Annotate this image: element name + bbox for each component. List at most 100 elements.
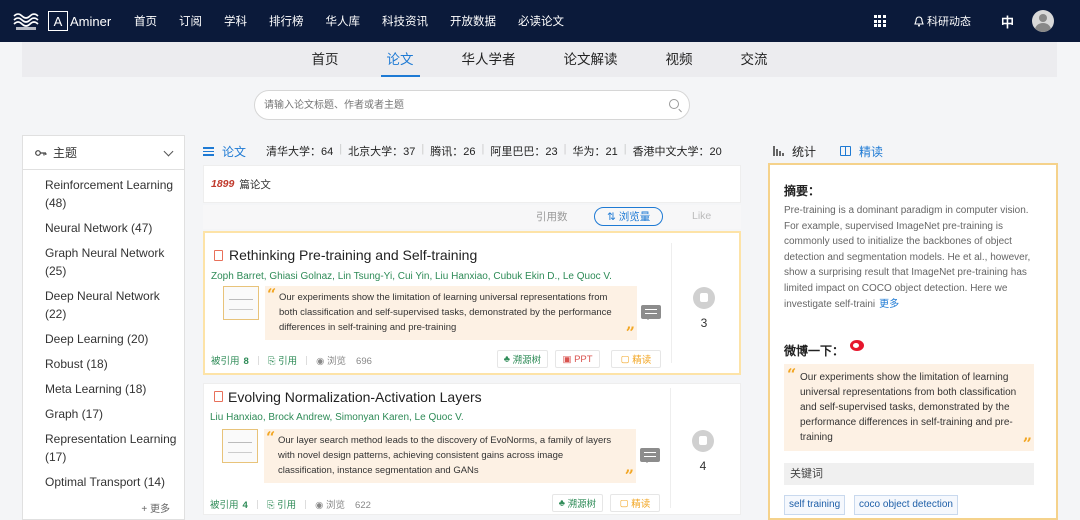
- tab-papers[interactable]: 论文: [380, 42, 420, 77]
- topic-item[interactable]: Graph (17): [45, 405, 184, 423]
- tab-statistics[interactable]: 统计: [773, 143, 816, 160]
- topic-header[interactable]: 主题: [23, 136, 184, 170]
- search-icon[interactable]: [669, 99, 679, 109]
- sort-by-citations[interactable]: 引用数: [536, 209, 568, 224]
- search-input[interactable]: [264, 91, 644, 119]
- topic-item[interactable]: Representation Learning (17): [45, 430, 184, 466]
- institution-filter[interactable]: 北京大学：37: [348, 143, 415, 159]
- quote-close-icon: ”: [624, 466, 634, 485]
- topic-item[interactable]: Graph Neural Network (25): [45, 244, 184, 280]
- quote-open-icon: “: [787, 365, 797, 384]
- institution-filter[interactable]: 清华大学：64: [266, 143, 333, 159]
- topnav-chinese-scholars[interactable]: 华人库: [326, 13, 361, 29]
- keyword-tag[interactable]: self training: [784, 495, 846, 515]
- like-button[interactable]: [693, 287, 715, 309]
- paper-summary-text: Our layer search method leads to the dis…: [278, 435, 612, 476]
- topic-item[interactable]: Optimal Transport (14): [45, 473, 184, 491]
- trace-tree-label: 溯源树: [512, 355, 542, 366]
- sort-by-views[interactable]: ⇅ 浏览量: [594, 207, 664, 226]
- paper-authors[interactable]: Zoph Barret, Ghiasi Golnaz, Lin Tsung-Yi…: [211, 271, 612, 282]
- weibo-icon[interactable]: [850, 340, 864, 351]
- close-read-label: 精读: [631, 499, 651, 510]
- research-updates-label: 科研动态: [926, 16, 971, 28]
- key-icon: [35, 149, 47, 156]
- cite-button[interactable]: ⎘ 引用: [268, 353, 297, 367]
- paper-count: 1899 篇论文: [203, 165, 741, 203]
- apps-grid-icon[interactable]: [873, 15, 886, 27]
- cited-count: 4: [242, 500, 248, 511]
- tab-videos[interactable]: 视频: [666, 42, 693, 77]
- paper-meta: 被引用 8 ⎘ 引用 ◉ 浏览 696: [211, 353, 372, 367]
- close-read-button[interactable]: ▢ 精读: [610, 494, 660, 512]
- paper-title[interactable]: Rethinking Pre-training and Self-trainin…: [229, 247, 477, 263]
- paper-title[interactable]: Evolving Normalization-Activation Layers: [228, 389, 482, 405]
- waves-logo-icon: [13, 13, 39, 30]
- topic-item[interactable]: Deep Neural Network (22): [45, 287, 184, 323]
- topnav-home[interactable]: 首页: [134, 13, 157, 29]
- pdf-icon[interactable]: [214, 391, 223, 402]
- tab-chinese-scholars[interactable]: 华人学者: [462, 42, 516, 77]
- abstract-heading: 摘要：: [784, 184, 821, 198]
- institution-filter[interactable]: 阿里巴巴：23: [490, 143, 557, 159]
- institution-filter[interactable]: 腾讯：26: [430, 143, 475, 159]
- cited-by[interactable]: 被引用 4: [210, 497, 248, 511]
- cite-button[interactable]: ⎘ 引用: [267, 497, 296, 511]
- institution-filters: 清华大学：64 | 北京大学：37 | 腾讯：26 | 阿里巴巴：23 | 华为：21 |…: [266, 143, 728, 159]
- trace-tree-label: 溯源树: [567, 499, 597, 510]
- keyword-tag[interactable]: coco object detection: [854, 495, 958, 515]
- tab-paper-interpretation[interactable]: 论文解读: [564, 42, 618, 77]
- paper-thumbnail[interactable]: [222, 429, 258, 463]
- right-panel-tabs: 统计 精读: [770, 140, 1060, 165]
- institution-filter[interactable]: 香港中文大学：20: [633, 143, 722, 159]
- research-updates-link[interactable]: 科研动态: [914, 13, 971, 29]
- topnav-must-read[interactable]: 必读论文: [518, 13, 564, 29]
- topnav-subscribe[interactable]: 订阅: [179, 13, 202, 29]
- cite-label: 引用: [277, 500, 297, 511]
- tab-close-read[interactable]: 精读: [836, 143, 888, 165]
- like-count: 4: [699, 459, 707, 473]
- more-topics-button[interactable]: + 更多: [141, 500, 170, 515]
- aminer-logo-mark: A: [48, 11, 68, 31]
- topnav-open-data[interactable]: 开放数据: [450, 13, 496, 29]
- topic-item[interactable]: Robust (18): [45, 355, 184, 373]
- like-button[interactable]: [692, 430, 714, 452]
- separator: [256, 499, 258, 509]
- comment-icon[interactable]: [640, 448, 660, 463]
- abstract: Pre-training is a dominant paradigm in c…: [784, 203, 1040, 312]
- aminer-brand: Aminer: [70, 13, 112, 29]
- paper-thumbnail[interactable]: [223, 286, 259, 320]
- topic-item[interactable]: Meta Learning (18): [45, 380, 184, 398]
- quote-close-icon: ”: [1022, 434, 1032, 453]
- topic-item[interactable]: Reinforcement Learning (48): [45, 176, 184, 212]
- paper-authors[interactable]: Liu Hanxiao, Brock Andrew, Simonyan Kare…: [210, 412, 464, 423]
- papers-tab[interactable]: 论文: [203, 143, 246, 160]
- tab-home[interactable]: 首页: [312, 42, 339, 77]
- views: ◉ 浏览 622: [315, 500, 371, 511]
- trace-tree-button[interactable]: ♣ 溯源树: [497, 350, 548, 368]
- abstract-more-link[interactable]: 更多: [879, 299, 899, 310]
- institution-filter[interactable]: 华为：21: [572, 143, 617, 159]
- topnav-disciplines[interactable]: 学科: [224, 13, 247, 29]
- topnav-tech-news[interactable]: 科技资讯: [382, 13, 428, 29]
- topic-sidebar: 主题 Reinforcement Learning (48) Neural Ne…: [22, 135, 185, 520]
- topnav-rankings[interactable]: 排行榜: [269, 13, 304, 29]
- top-right-tools: 科研动态 中: [873, 0, 1080, 42]
- tab-discussion[interactable]: 交流: [741, 42, 768, 77]
- trace-tree-button[interactable]: ♣ 溯源树: [552, 494, 603, 512]
- language-switch[interactable]: 中: [1001, 12, 1014, 31]
- user-avatar[interactable]: [1032, 10, 1054, 32]
- topic-header-label: 主题: [53, 146, 78, 160]
- topic-item[interactable]: Neural Network (47): [45, 219, 184, 237]
- bell-icon: [914, 15, 924, 27]
- ppt-button[interactable]: ▣ PPT: [555, 350, 600, 368]
- close-read-button[interactable]: ▢ 精读: [611, 350, 661, 368]
- chevron-down-icon[interactable]: [163, 146, 174, 157]
- logo[interactable]: A Aminer: [12, 10, 130, 32]
- weibo-quote-text: Our experiments show the limitation of l…: [800, 372, 1017, 443]
- topic-item[interactable]: Deep Learning (20): [45, 330, 184, 348]
- comment-icon[interactable]: [641, 305, 661, 320]
- cited-by[interactable]: 被引用 8: [211, 353, 249, 367]
- sort-row: 引用数 ⇅ 浏览量 Like: [203, 205, 741, 229]
- pdf-icon[interactable]: [214, 250, 223, 261]
- sort-by-like[interactable]: Like: [692, 210, 711, 222]
